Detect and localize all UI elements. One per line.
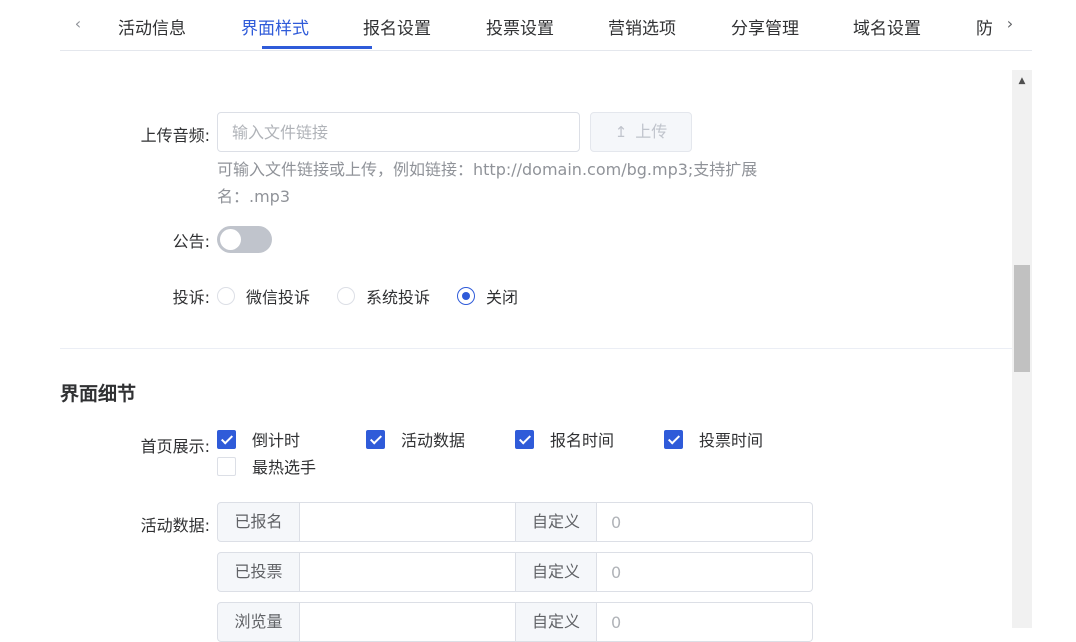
custom-label: 自定义: [516, 602, 597, 642]
custom-label: 自定义: [516, 552, 597, 592]
scrollbar[interactable]: ▲: [1012, 70, 1032, 628]
tab-next-icon[interactable]: ›: [1000, 14, 1020, 34]
checkbox-label: 报名时间: [550, 431, 615, 450]
notice-switch[interactable]: [217, 226, 272, 253]
checkbox-box: [366, 429, 385, 449]
checkbox-signup-time[interactable]: 报名时间: [515, 429, 615, 450]
radio-label: 关闭: [486, 288, 519, 307]
radio-system-complaint[interactable]: 系统投诉: [337, 286, 431, 307]
upload-icon: ↥: [614, 123, 628, 141]
checkbox-box: [664, 429, 683, 449]
checkbox-label: 投票时间: [699, 431, 764, 450]
notice-label: 公告:: [172, 232, 210, 251]
radio-close[interactable]: 关闭: [457, 286, 519, 307]
tab-vote-settings[interactable]: 投票设置: [486, 0, 554, 48]
checkbox-countdown[interactable]: 倒计时: [217, 429, 301, 450]
upload-button-label: 上传: [635, 122, 668, 141]
row-name: 已报名: [217, 502, 300, 542]
tab-domain-settings[interactable]: 域名设置: [853, 0, 921, 48]
checkbox-hottest-player[interactable]: 最热选手: [217, 456, 317, 477]
upload-button[interactable]: ↥ 上传: [590, 112, 692, 152]
scroll-up-arrow-icon[interactable]: ▲: [1012, 70, 1032, 92]
section-title: 界面细节: [60, 383, 137, 405]
custom-value-input[interactable]: [597, 502, 813, 542]
radio-circle: [337, 287, 355, 305]
tab-interface-style[interactable]: 界面样式: [241, 0, 309, 48]
row-name: 已投票: [217, 552, 300, 592]
row-value-input[interactable]: [300, 602, 516, 642]
row-value-input[interactable]: [300, 552, 516, 592]
checkbox-box: [217, 429, 236, 449]
checkbox-label: 活动数据: [401, 431, 466, 450]
scroll-thumb[interactable]: [1014, 265, 1030, 372]
radio-label: 系统投诉: [366, 288, 431, 307]
checkbox-box: [217, 456, 236, 476]
section-divider: [60, 348, 1012, 349]
tab-protection[interactable]: 防: [976, 0, 992, 48]
tab-bar: ‹ 活动信息 界面样式 报名设置 投票设置 营销选项 分享管理 域名设置 防 ›: [60, 0, 1032, 51]
activity-data-label: 活动数据:: [140, 516, 210, 535]
tab-share-management[interactable]: 分享管理: [731, 0, 799, 48]
custom-label: 自定义: [516, 502, 597, 542]
radio-circle: [217, 287, 235, 305]
tab-signup-settings[interactable]: 报名设置: [363, 0, 431, 48]
tab-prev-icon[interactable]: ‹: [68, 14, 88, 34]
audio-link-input[interactable]: [217, 112, 580, 152]
row-name: 浏览量: [217, 602, 300, 642]
row-value-input[interactable]: [300, 502, 516, 542]
switch-knob: [220, 229, 241, 250]
custom-value-input[interactable]: [597, 602, 813, 642]
checkbox-label: 最热选手: [252, 458, 317, 477]
tab-active-indicator: [262, 46, 372, 49]
custom-value-input[interactable]: [597, 552, 813, 592]
audio-hint: 可输入文件链接或上传，例如链接：http://domain.com/bg.mp3…: [217, 160, 758, 206]
tab-activity-info[interactable]: 活动信息: [118, 0, 186, 48]
radio-wechat-complaint[interactable]: 微信投诉: [217, 286, 311, 307]
tab-marketing-options[interactable]: 营销选项: [608, 0, 676, 48]
tab-strip: 活动信息 界面样式 报名设置 投票设置 营销选项 分享管理 域名设置 防: [100, 0, 992, 50]
radio-circle-checked: [457, 287, 475, 305]
checkbox-label: 倒计时: [252, 431, 301, 450]
complaint-label: 投诉:: [172, 288, 210, 307]
home-display-label: 首页展示:: [140, 437, 210, 456]
audio-label: 上传音频:: [140, 126, 210, 145]
checkbox-box: [515, 429, 534, 449]
checkbox-vote-time[interactable]: 投票时间: [664, 429, 764, 450]
checkbox-activity-data[interactable]: 活动数据: [366, 429, 466, 450]
radio-label: 微信投诉: [246, 288, 311, 307]
